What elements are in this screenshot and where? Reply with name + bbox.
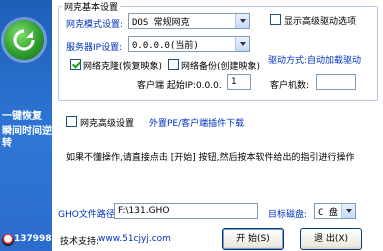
hint-text: 如果不懂操作,请直接点击 [开始] 按钮,然后按本软件给出的指引进行操作	[66, 153, 355, 163]
server-ip-label: 服务器IP设置:	[66, 43, 123, 53]
qq-icon	[2, 234, 14, 246]
exit-button[interactable]: 退 出(X)	[300, 228, 362, 250]
show-advanced-checkbox[interactable]	[270, 14, 281, 25]
client-count-input[interactable]	[316, 74, 356, 90]
gho-path-input[interactable]: F:\131.GHO	[114, 203, 258, 219]
pe-download-link[interactable]: 外置PE/客户端插件下载	[149, 116, 244, 129]
refresh-icon	[13, 29, 35, 51]
chevron-down-icon[interactable]	[235, 37, 249, 51]
group-title: 网克基本设置	[62, 0, 121, 13]
client-ip-input[interactable]: 1	[227, 74, 251, 90]
chevron-down-icon[interactable]	[235, 14, 249, 28]
driver-mode-label: 驱动方式:自动加载驱动	[268, 56, 362, 66]
start-button[interactable]: 开 始(S)	[222, 228, 284, 250]
server-ip-value: 0.0.0.0(当前)	[132, 41, 199, 51]
clone-checkbox[interactable]	[70, 59, 81, 70]
app-logo	[4, 20, 44, 60]
server-ip-select[interactable]: 0.0.0.0(当前)	[128, 36, 250, 52]
gho-path-label: GHO文件路径:	[58, 210, 118, 220]
client-ip-label: 客户端 起始IP:0.0.0.	[137, 81, 222, 91]
clone-label[interactable]: 网络克隆(恢复映象)	[83, 59, 162, 72]
target-disk-label: 目标磁盘:	[268, 210, 308, 220]
chevron-down-icon[interactable]	[341, 204, 355, 218]
target-disk-select[interactable]: C 盘	[314, 203, 356, 219]
mode-label: 网克模式设置:	[66, 20, 124, 30]
advanced-label[interactable]: 网克高级设置	[80, 116, 134, 129]
advanced-checkbox[interactable]	[66, 116, 77, 127]
client-count-label: 客户机数:	[270, 81, 310, 91]
mode-select[interactable]: DOS 常规网克	[128, 13, 250, 29]
client-ip-value: 1	[231, 77, 237, 87]
sidebar-tagline-2: 瞬间时间逆转	[2, 126, 52, 149]
show-advanced-label[interactable]: 显示高级驱动选项	[284, 14, 356, 27]
support-label: 技术支持:	[60, 237, 100, 247]
gho-path-value: F:\131.GHO	[118, 206, 170, 216]
qq-number: 13799833	[14, 234, 52, 244]
mode-value: DOS 常规网克	[132, 18, 190, 28]
support-url-link[interactable]: www.51cjyj.com	[98, 234, 171, 244]
sidebar-tagline-1: 一键恢复	[2, 111, 42, 122]
qq-contact[interactable]: 13799833	[0, 231, 52, 249]
sidebar-banner: 一键恢复 瞬间时间逆转 13799833	[0, 0, 52, 251]
target-disk-value: C 盘	[318, 208, 338, 218]
backup-label[interactable]: 网络备份(创建映象)	[181, 59, 260, 72]
backup-checkbox[interactable]	[168, 59, 179, 70]
